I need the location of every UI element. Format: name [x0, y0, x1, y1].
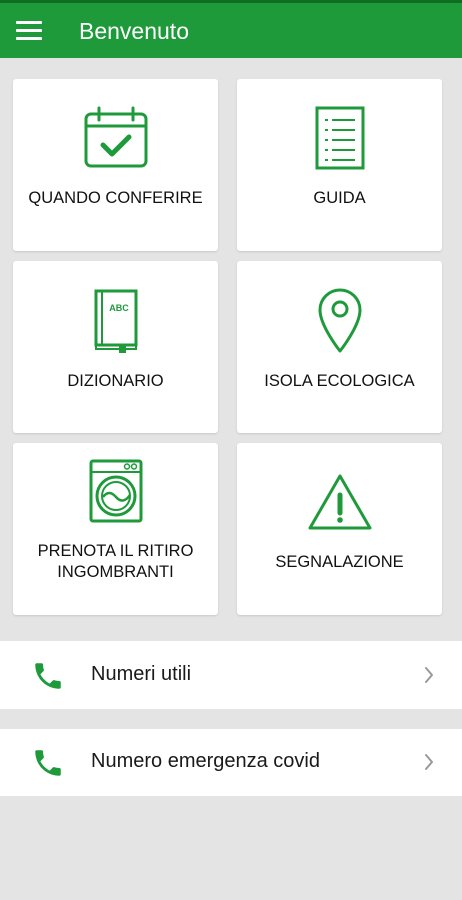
tile-label: QUANDO CONFERIRE — [28, 189, 203, 207]
washing-machine-icon — [13, 459, 218, 523]
tile-guida[interactable]: GUIDA — [237, 79, 442, 251]
list-item-label: Numero emergenza covid — [91, 750, 320, 772]
tile-prenota-ritiro-ingombranti[interactable]: PRENOTA IL RITIRO INGOMBRANTI — [13, 443, 218, 615]
location-pin-icon — [237, 288, 442, 354]
tile-isola-ecologica[interactable]: ISOLA ECOLOGICA — [237, 261, 442, 433]
tile-label: SEGNALAZIONE — [275, 553, 404, 571]
tile-label: DIZIONARIO — [67, 372, 164, 390]
hamburger-menu-icon[interactable] — [16, 21, 42, 41]
tile-label-line-1: PRENOTA IL RITIRO — [37, 542, 194, 560]
list-item-label: Numeri utili — [91, 663, 192, 685]
warning-triangle-icon — [237, 473, 442, 531]
phone-icon — [31, 659, 65, 698]
list-item-numero-emergenza-covid[interactable]: Numero emergenza covid — [0, 729, 462, 796]
tile-label: ISOLA ECOLOGICA — [264, 372, 415, 390]
svg-text:ABC: ABC — [109, 303, 129, 313]
page-title: Benvenuto — [79, 18, 189, 44]
app-bar: Benvenuto — [0, 0, 462, 58]
calendar-check-icon — [13, 106, 218, 170]
dictionary-book-icon: ABC — [13, 289, 218, 353]
tile-segnalazione[interactable]: SEGNALAZIONE — [237, 443, 442, 615]
document-list-icon — [237, 106, 442, 170]
tile-label: GUIDA — [313, 189, 366, 207]
phone-icon — [31, 746, 65, 785]
tile-dizionario[interactable]: ABC DIZIONARIO — [13, 261, 218, 433]
tile-label-line-2: INGOMBRANTI — [57, 563, 174, 581]
tile-quando-conferire[interactable]: QUANDO CONFERIRE — [13, 79, 218, 251]
chevron-right-icon — [424, 666, 434, 689]
list-item-numeri-utili[interactable]: Numeri utili — [0, 641, 462, 709]
chevron-right-icon — [424, 753, 434, 776]
